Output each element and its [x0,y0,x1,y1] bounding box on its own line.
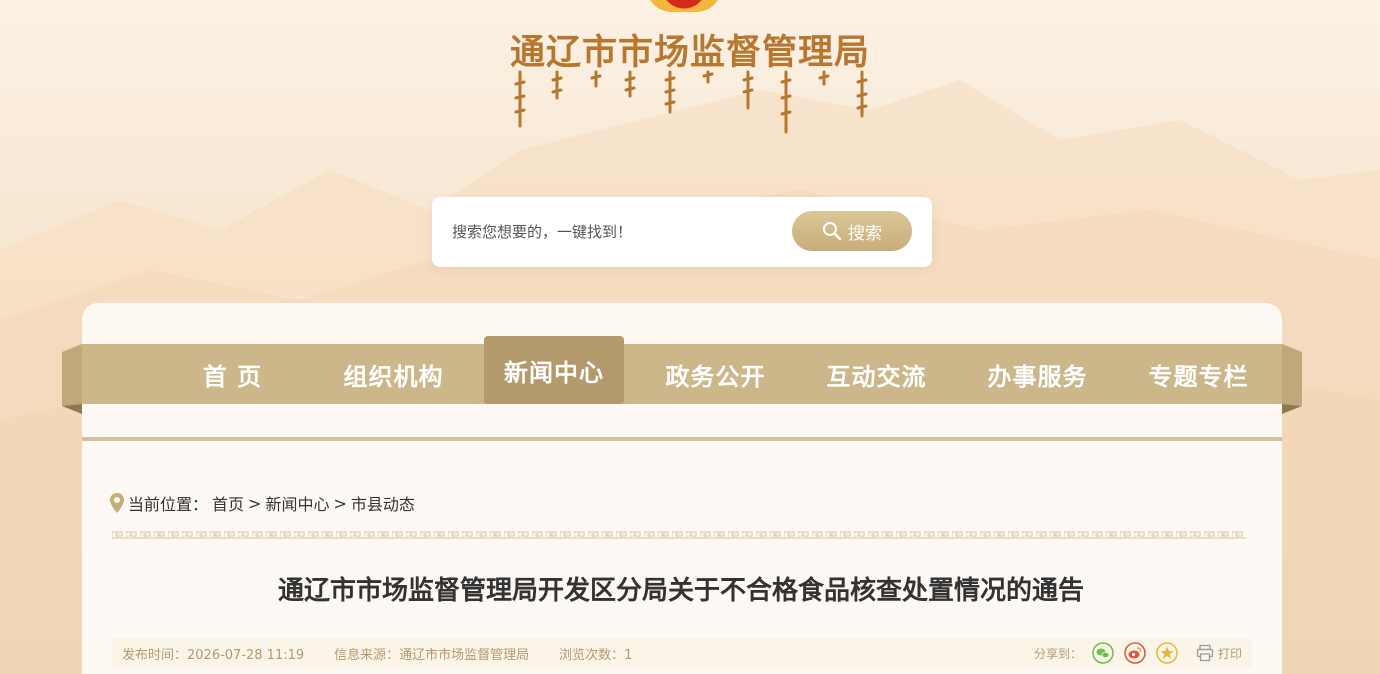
search-button[interactable]: 搜索 [792,211,912,251]
article-title: 通辽市市场监督管理局开发区分局关于不合格食品核查处置情况的通告 [277,576,1084,606]
print-label: 打印 [1217,646,1242,661]
breadcrumb-separator: > [333,493,347,513]
share-group: 分享到： 打印 [1034,638,1242,668]
print-button[interactable]: 打印 [1196,644,1242,662]
ribbon-fold-left [62,344,82,414]
printer-icon [1196,644,1214,662]
breadcrumb-home[interactable]: 首页 [212,491,244,515]
breadcrumb-news-center[interactable]: 新闻中心 [265,491,329,515]
nav-item-special-topics[interactable]: 专题专栏 [1118,344,1279,404]
view-count: 浏览次数：1 [559,647,633,663]
nav-item-government-affairs[interactable]: 政务公开 [635,344,796,404]
nav-item-organization[interactable]: 组织机构 [313,344,474,404]
info-source: 信息来源：通辽市市场监督管理局 [334,647,530,663]
main-nav: 首 页 组织机构 新闻中心 政务公开 互动交流 办事服务 专题专栏 [62,336,1302,414]
breadcrumb-county-news[interactable]: 市县动态 [351,491,415,515]
search-icon [823,222,842,241]
weibo-icon[interactable] [1124,642,1146,664]
qzone-icon[interactable] [1156,642,1178,664]
nav-bar: 首 页 组织机构 新闻中心 政务公开 互动交流 办事服务 专题专栏 [82,336,1282,404]
breadcrumb-prefix: 当前位置： [128,495,209,514]
ribbon-fold-right [1282,344,1302,414]
location-pin-icon [110,493,124,513]
decorative-border [112,531,1246,539]
nav-item-news-center[interactable]: 新闻中心 [484,336,624,404]
publish-time: 发布时间：2026-07-28 11:19 [122,647,305,663]
share-label: 分享到： [1033,646,1082,661]
nav-underline [82,437,1282,441]
search-button-label: 搜索 [848,223,882,244]
mongolian-script-logo [512,68,872,138]
nav-item-services[interactable]: 办事服务 [957,344,1118,404]
breadcrumb: 当前位置： 首页 > 新闻中心 > 市县动态 [110,491,415,515]
breadcrumb-separator: > [248,493,262,513]
wechat-icon[interactable] [1092,642,1114,664]
search-input[interactable] [452,219,782,245]
nav-item-interaction[interactable]: 互动交流 [796,344,957,404]
search-box: 搜索 [432,197,932,267]
article-meta-bar: 发布时间：2026-07-28 11:19 信息来源：通辽市市场监督管理局 浏览… [112,638,1252,668]
nav-item-home[interactable]: 首 页 [152,344,313,404]
